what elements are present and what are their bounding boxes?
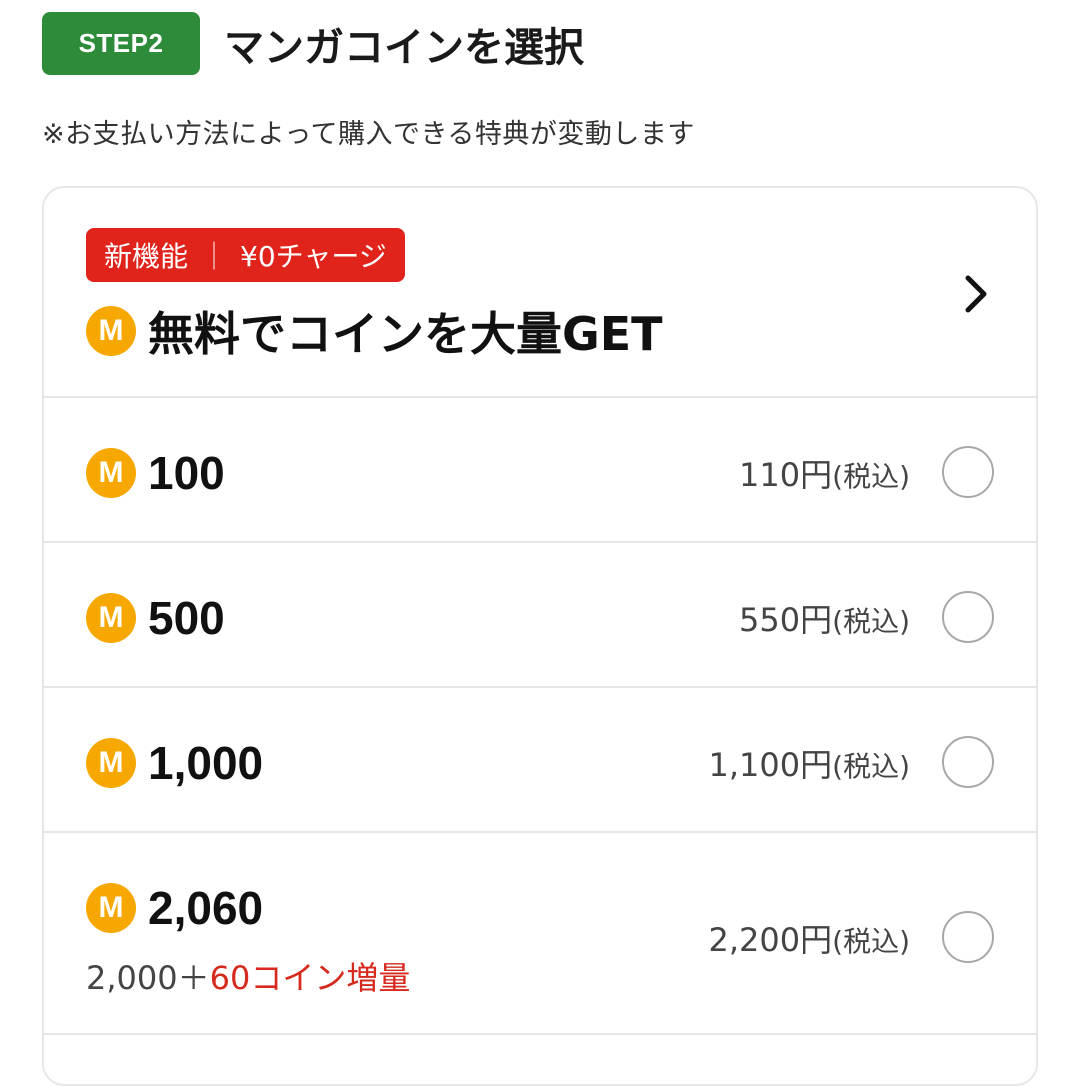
step-header: STEP2 マンガコインを選択	[42, 12, 584, 75]
coin-icon: M	[86, 448, 136, 498]
coin-option-500[interactable]: M 500 550円(税込)	[44, 543, 1036, 688]
coin-icon: M	[86, 593, 136, 643]
free-coin-promo-row[interactable]: 新機能 ｜ ¥0チャージ M 無料でコインを大量GET	[44, 188, 1036, 398]
chevron-right-icon[interactable]	[958, 272, 994, 316]
price-label: 550円(税込)	[739, 595, 910, 641]
tax-label: (税込)	[832, 925, 910, 958]
coin-amount-wrap: M 100	[86, 446, 225, 500]
step-title: マンガコインを選択	[224, 24, 584, 71]
new-feature-label: 新機能	[104, 240, 189, 273]
coin-amount-wrap: M 2,060	[86, 881, 263, 935]
tax-label: (税込)	[832, 750, 910, 783]
coin-option-100[interactable]: M 100 110円(税込)	[44, 398, 1036, 543]
coin-amount-wrap: M 1,000	[86, 736, 263, 790]
step-badge: STEP2	[42, 12, 200, 75]
coin-amount: 100	[148, 447, 225, 499]
tag-separator: ｜	[200, 240, 229, 273]
payment-note: ※お支払い方法によって購入できる特典が変動します	[42, 119, 695, 150]
coin-amount: 1,000	[148, 737, 264, 789]
radio-button[interactable]	[942, 591, 994, 643]
price-value: 110円	[739, 456, 833, 494]
radio-button[interactable]	[942, 736, 994, 788]
coin-option-1000[interactable]: M 1,000 1,100円(税込)	[44, 688, 1036, 833]
bonus-extra: 60コイン増量	[209, 959, 411, 997]
promo-main: M 無料でコインを大量GET	[86, 298, 663, 364]
radio-button[interactable]	[942, 911, 994, 963]
coin-icon: M	[86, 306, 136, 356]
coin-icon: M	[86, 883, 136, 933]
price-label: 1,100円(税込)	[709, 740, 910, 786]
zero-charge-label: ¥0チャージ	[240, 240, 387, 273]
coin-option-2060[interactable]: M 2,060 2,000＋60コイン増量 2,200円(税込)	[44, 833, 1036, 1035]
bonus-label: 2,000＋60コイン増量	[86, 953, 410, 999]
price-value: 2,200円	[708, 921, 833, 959]
price-label: 110円(税込)	[739, 450, 910, 496]
coin-selection-card: 新機能 ｜ ¥0チャージ M 無料でコインを大量GET M 100 110円(税…	[42, 186, 1038, 1086]
bonus-base: 2,000＋	[86, 959, 210, 997]
price-value: 1,100円	[708, 746, 833, 784]
radio-button[interactable]	[942, 446, 994, 498]
tax-label: (税込)	[832, 460, 910, 493]
coin-icon: M	[86, 738, 136, 788]
price-value: 550円	[739, 601, 833, 639]
tax-label: (税込)	[832, 605, 910, 638]
promo-text: 無料でコインを大量GET	[148, 307, 663, 361]
new-feature-tag: 新機能 ｜ ¥0チャージ	[86, 228, 405, 282]
coin-amount: 500	[148, 592, 225, 644]
price-label: 2,200円(税込)	[709, 915, 910, 961]
coin-amount: 2,060	[148, 882, 264, 934]
coin-amount-wrap: M 500	[86, 591, 225, 645]
